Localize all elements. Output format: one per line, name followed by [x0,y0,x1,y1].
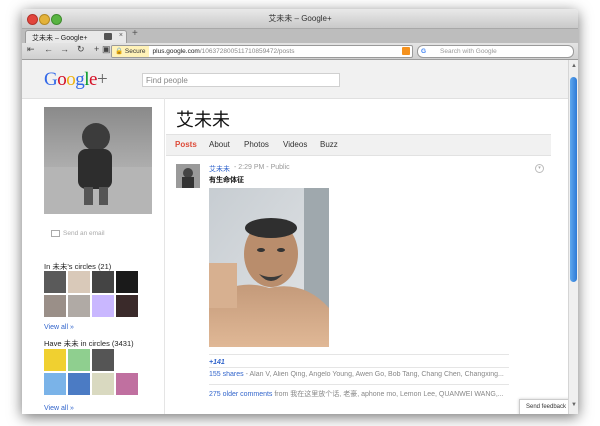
post-photo[interactable] [209,188,329,347]
tab-about[interactable]: About [209,140,230,149]
url-path: /106372800511710859472/posts [199,48,295,55]
tab-buzz[interactable]: Buzz [320,140,338,149]
author-avatar[interactable] [176,164,200,188]
circle-avatar[interactable] [68,271,90,293]
circle-avatar[interactable] [92,271,114,293]
circle-avatar[interactable] [44,271,66,293]
tab-bar: 艾未未 – Google+ × + [22,28,578,44]
circle-avatar[interactable] [44,295,66,317]
profile-photo[interactable] [44,107,152,214]
logo-letter: o [66,69,76,90]
post-author[interactable]: 艾未未 [209,164,230,174]
back-icon[interactable]: ← [44,44,53,54]
scroll-up-icon[interactable]: ▲ [571,63,577,69]
post-visibility[interactable]: Public [271,164,290,171]
window-title: 艾未未 – Google+ [268,14,332,23]
browser-toolbar: ⇤ ← → ↻ + ▣ 🔒 Secure plus.google.com/1063… [22,43,578,60]
secure-badge: 🔒 Secure [112,46,149,57]
tab-photos[interactable]: Photos [244,140,269,149]
circle-avatar[interactable] [116,373,138,395]
send-feedback-button[interactable]: Send feedback [519,399,568,414]
divider [209,367,509,368]
scrollbar-thumb[interactable] [570,77,577,282]
send-email-button[interactable]: Send an email [51,230,105,237]
logo-letter: e [89,69,97,90]
search-engine-icon[interactable]: G [421,46,426,57]
find-people-input[interactable]: Find people [142,73,340,87]
sidebar-icon[interactable]: ▣ [102,44,111,55]
shares-link[interactable]: 155 shares [209,371,244,378]
search-box[interactable]: G Search with Google [417,45,574,58]
older-comments-link[interactable]: 275 older comments [209,391,272,398]
title-bar: 艾未未 – Google+ [22,9,578,29]
circle-avatar[interactable] [68,349,90,371]
circle-avatar[interactable] [68,373,90,395]
url-domain: plus.google.com [152,48,200,55]
view-all-link[interactable]: View all » [44,324,74,331]
tab-badge-icon [104,33,112,40]
circle-avatar[interactable] [68,295,90,317]
tab-close-icon[interactable]: × [119,32,123,39]
address-bar[interactable]: 🔒 Secure plus.google.com/1063728005117108… [111,45,413,58]
circle-avatar[interactable] [116,295,138,317]
tab-title: 艾未未 – Google+ [32,35,88,42]
forward-icon[interactable]: → [60,44,69,54]
logo-letter: g [75,69,85,90]
logo-letter: o [57,69,67,90]
post-text: 有生命体征 [209,177,244,184]
view-all-link-2[interactable]: View all » [44,405,74,412]
new-tab-button[interactable]: + [132,28,138,39]
profile-name: 艾未未 [176,110,230,131]
circle-avatar[interactable] [92,349,114,371]
scroll-down-icon[interactable]: ▼ [571,402,577,408]
tab-videos[interactable]: Videos [283,140,307,149]
back-to-start-icon[interactable]: ⇤ [27,44,35,55]
logo-letter: G [44,69,58,90]
shares-names: - Alan V, Alien Qing, Angelo Young, Awen… [243,371,504,378]
tab-posts[interactable]: Posts [175,140,197,149]
circle-avatar[interactable] [92,373,114,395]
circle-avatar[interactable] [116,271,138,293]
reload-icon[interactable]: ↻ [77,44,85,55]
mail-icon [51,230,60,237]
google-plus-logo[interactable]: Google+ [44,69,108,91]
scrollbar[interactable]: ▲ ▼ [568,60,578,414]
divider [209,354,509,355]
tab-active[interactable]: 艾未未 – Google+ × [25,30,127,44]
have-circles-heading: Have 未未 in circles (3431) [44,339,134,348]
add-bookmark-icon[interactable]: + [94,44,99,54]
post-meta: - 2:29 PM - Public [234,164,290,171]
google-plus-header: Google+ Find people [22,60,568,99]
page-content: Google+ Find people Send an email In 未未'… [22,60,568,414]
plus-one-count[interactable]: +141 [209,359,225,366]
circle-avatar[interactable] [44,349,66,371]
circle-avatar[interactable] [44,373,66,395]
column-divider [164,98,165,414]
post-menu-icon[interactable]: ▾ [535,164,544,173]
browser-window: 艾未未 – Google+ 艾未未 – Google+ × + ⇤ ← → ↻ … [22,9,578,414]
rss-icon[interactable] [402,47,410,55]
logo-letter: + [96,69,108,90]
shares-row: 155 shares - Alan V, Alien Qing, Angelo … [209,371,509,378]
comment-authors: from 我在这里放个话, 老豪, aphone mo, Lemon Lee, … [272,391,504,398]
comments-row: 275 older comments from 我在这里放个话, 老豪, aph… [209,389,509,399]
circle-avatar[interactable] [92,295,114,317]
search-placeholder: Search with Google [440,48,497,55]
divider [209,384,509,385]
profile-tabs: Posts About Photos Videos Buzz [166,134,551,156]
post-time[interactable]: 2:29 PM [238,164,264,171]
